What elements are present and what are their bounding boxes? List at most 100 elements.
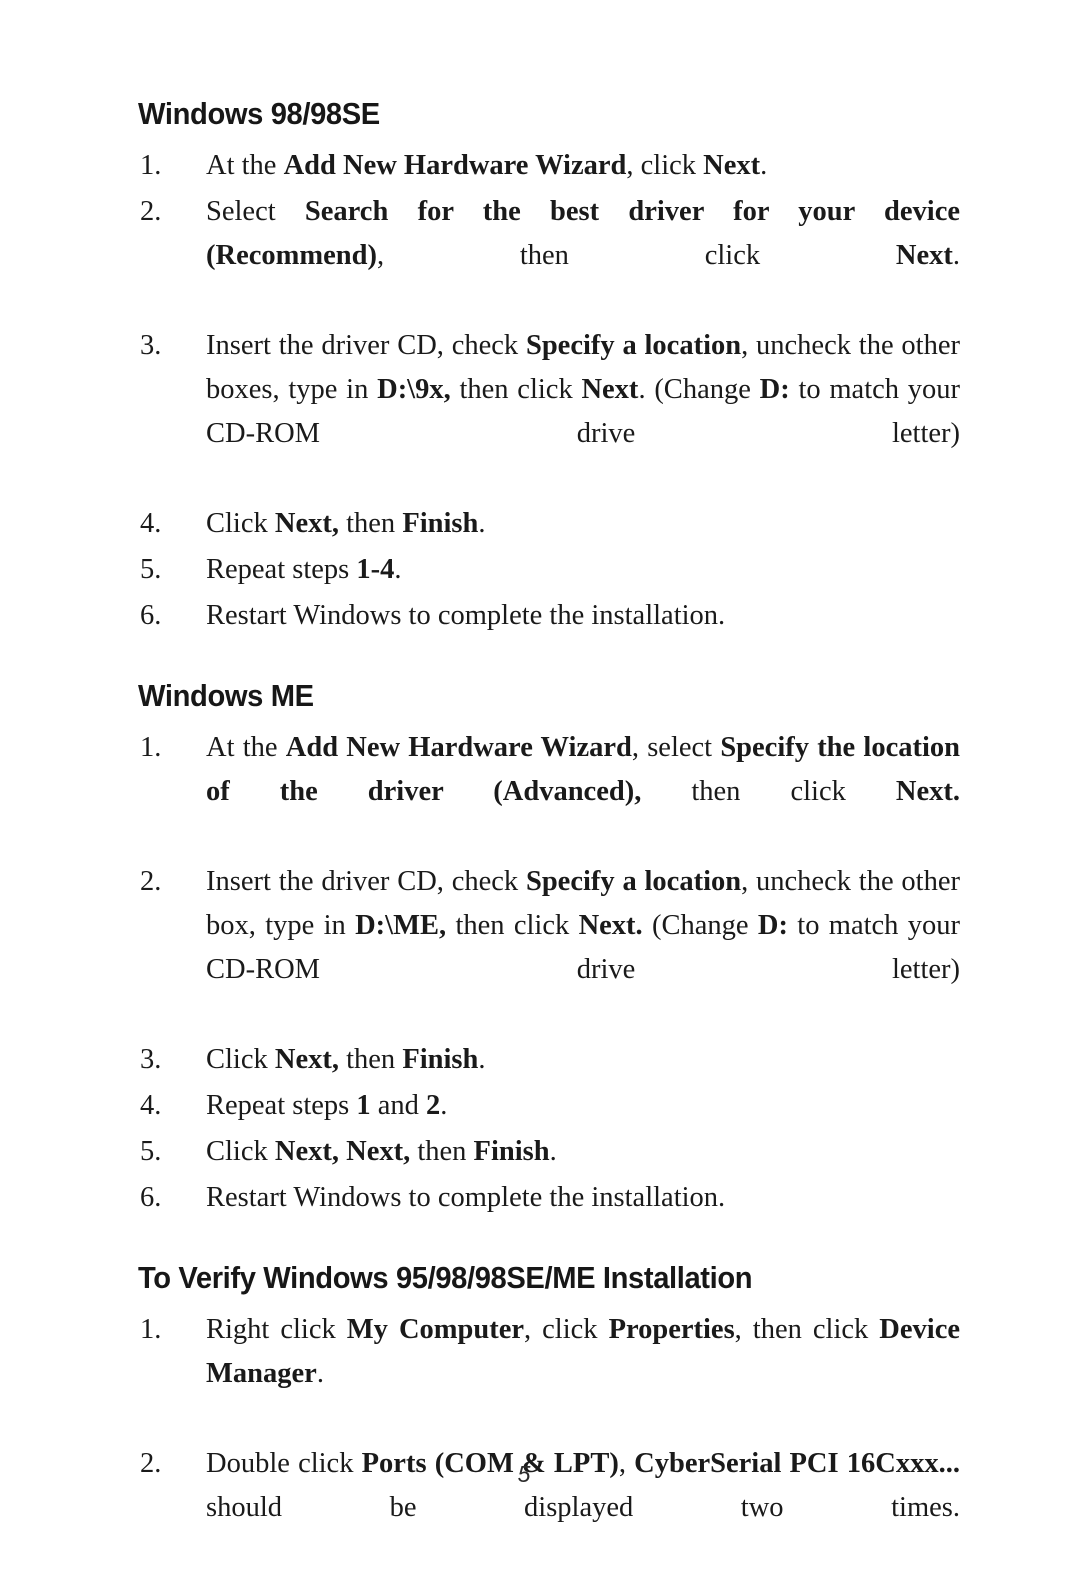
step-text-plain: Repeat steps [206,554,357,585]
step-text-plain: , click [626,150,704,181]
step-text-bold: 2 [426,1090,441,1121]
step-text-bold: Next [895,240,953,271]
step-text-bold: Next [703,150,761,181]
step-item: 3. Click Next, then Finish. [138,1038,960,1082]
step-text-plain: Click [206,508,275,539]
step-text-bold: Next. [895,776,960,807]
step-item: 4. Repeat steps 1 and 2. [138,1084,960,1128]
step-number: 1. [140,732,162,763]
step-text-bold: My Computer [346,1314,525,1345]
step-text-plain: . [440,1090,448,1121]
step-text-bold: 1-4 [356,554,395,585]
step-text-plain: should be displayed two times. [206,1492,960,1523]
step-text-bold: Next, [274,508,339,539]
step-text-plain: . [316,1358,324,1389]
step-text-plain: At the [206,150,284,181]
step-text-plain: Restart Windows to complete the installa… [206,1182,726,1213]
step-number: 6. [140,1182,162,1213]
step-text-plain: Restart Windows to complete the installa… [206,600,726,631]
step-number: 2. [140,196,162,227]
step-text-plain: . [760,150,768,181]
step-text-bold: Next [581,374,639,405]
page-number: 5 [517,1461,531,1487]
step-number: 1. [140,1314,162,1345]
step-number: 5. [140,1136,162,1167]
step-list: 1. Right click My Computer, click Propert… [138,1308,960,1574]
step-list: 1. At the Add New Hardware Wizard, click … [138,144,960,638]
step-text-plain: and [370,1090,427,1121]
step-item: 1. At the Add New Hardware Wizard, select… [138,726,960,858]
document-page: Windows 98/98SE 1. At the Add New Hardware… [0,0,1080,1542]
step-item: 2. Insert the driver CD, check Specify a … [138,860,960,1036]
step-number: 3. [140,330,162,361]
step-text-plain: , then click [734,1314,880,1345]
step-number: 4. [140,508,162,539]
doc-section: To Verify Windows 95/98/98SE/ME Installa… [138,1260,960,1574]
step-text: Right click My Computer, click Propertie… [206,1308,960,1440]
step-text-bold: Properties [608,1314,735,1345]
sections-container: Windows 98/98SE 1. At the Add New Hardware… [138,96,960,1574]
step-text-plain: . (Change [638,374,760,405]
section-heading: Windows 98/98SE [138,96,380,131]
step-text-bold: Next, [274,1136,339,1167]
step-text-bold: Next. [578,910,643,941]
step-text: Click Next, Next, then Finish. [206,1130,960,1174]
step-item: 5. Click Next, Next, then Finish. [138,1130,960,1174]
step-text-plain: then click [446,910,579,941]
step-text-plain: Click [206,1044,275,1075]
step-text-plain: . [478,1044,486,1075]
doc-section: Windows ME 1. At the Add New Hardware Wiza… [138,678,960,1220]
step-number: 3. [140,1044,162,1075]
step-text: Repeat steps 1-4. [206,548,960,592]
step-text: Click Next, then Finish. [206,502,960,546]
section-heading: To Verify Windows 95/98/98SE/ME Installa… [138,1260,753,1295]
step-item: 1. Right click My Computer, click Propert… [138,1308,960,1440]
step-number: 2. [140,866,162,897]
step-text-plain: Select [206,196,305,227]
step-text-bold: D: [759,374,790,405]
step-text: Restart Windows to complete the installa… [206,1176,960,1220]
step-text-plain: then click [641,776,896,807]
step-text: Click Next, then Finish. [206,1038,960,1082]
step-number: 4. [140,1090,162,1121]
step-text-plain: . [952,240,960,271]
step-text-plain: . [549,1136,557,1167]
step-text: At the Add New Hardware Wizard, select S… [206,726,960,858]
step-text-bold: Finish [402,508,479,539]
step-text-plain: then [338,1044,403,1075]
step-text-bold: 1 [356,1090,371,1121]
step-text: Restart Windows to complete the installa… [206,594,960,638]
step-text-bold: Add New Hardware Wizard [285,732,632,763]
step-text-bold: D:\ME, [355,910,447,941]
step-text-plain: , click [524,1314,609,1345]
step-item: 5. Repeat steps 1-4. [138,548,960,592]
step-text-bold: Specify a location [525,866,742,897]
step-text-plain: Click [206,1136,275,1167]
step-item: 1. At the Add New Hardware Wizard, click … [138,144,960,188]
step-text-bold: Add New Hardware Wizard [283,150,627,181]
step-item: 6. Restart Windows to complete the instal… [138,594,960,638]
step-text: Insert the driver CD, check Specify a lo… [206,324,960,500]
step-text-bold: D:\9x, [377,374,451,405]
step-item: 3. Insert the driver CD, check Specify a … [138,324,960,500]
step-text-plain: then click [450,374,582,405]
step-text-plain: . [478,508,486,539]
step-text: Repeat steps 1 and 2. [206,1084,960,1128]
step-item: 6. Restart Windows to complete the instal… [138,1176,960,1220]
step-text-bold: Finish [402,1044,479,1075]
step-number: 5. [140,554,162,585]
step-number: 1. [140,150,162,181]
step-text-plain: At the [206,732,286,763]
step-text-plain: , select [631,732,721,763]
step-text-plain: then [410,1136,474,1167]
step-text-bold: Next, [346,1136,411,1167]
section-heading: Windows ME [138,678,314,713]
step-text-bold: D: [757,910,788,941]
step-text-bold: Specify a location [525,330,742,361]
step-text-plain: (Change [642,910,758,941]
step-item: 4. Click Next, then Finish. [138,502,960,546]
doc-section: Windows 98/98SE 1. At the Add New Hardware… [138,96,960,638]
step-text-plain: then [338,508,403,539]
step-text-plain: Insert the driver CD, check [206,330,526,361]
step-text: Insert the driver CD, check Specify a lo… [206,860,960,1036]
